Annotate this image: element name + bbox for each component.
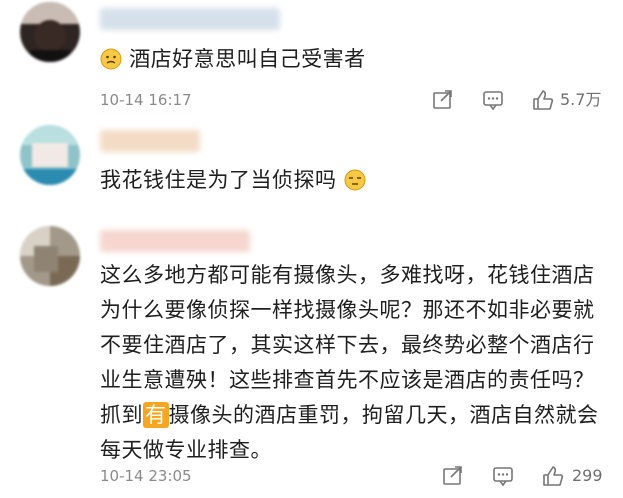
comment-text-content: 我花钱住是为了当侦探吗 [100, 168, 337, 192]
like-icon[interactable] [532, 89, 554, 111]
like-count: 299 [572, 466, 603, 485]
avatar[interactable] [20, 2, 80, 62]
comment-icon[interactable] [492, 465, 514, 487]
comment-meta: 10-14 23:05 299 [100, 464, 610, 488]
forward-icon[interactable] [432, 89, 454, 111]
like-icon[interactable] [542, 465, 564, 487]
comment-meta: 10-14 16:17 5.7万 [100, 88, 610, 112]
face-emoji-icon [100, 46, 122, 70]
comment-text: 我花钱住是为了当侦探吗 [100, 163, 600, 198]
avatar[interactable] [20, 226, 80, 286]
comment-text-part-2: 摄像头的酒店重罚，拘留几天，酒店自然就会每天做专业排查。 [100, 403, 599, 462]
timestamp: 10-14 16:17 [100, 91, 192, 109]
comment-text: 这么多地方都可能有摄像头，多难找呀，花钱住酒店为什么要像侦探一样找摄像头呢？那还… [100, 258, 605, 468]
username-blurred[interactable] [100, 230, 250, 252]
smirk-emoji-icon [344, 167, 366, 191]
comment-text: 酒店好意思叫自己受害者 [100, 42, 600, 77]
forward-icon[interactable] [442, 465, 464, 487]
like-count: 5.7万 [560, 90, 602, 109]
comment-text-content: 酒店好意思叫自己受害者 [129, 47, 366, 71]
username-blurred[interactable] [100, 8, 280, 30]
username-blurred[interactable] [100, 130, 200, 152]
timestamp: 10-14 23:05 [100, 467, 192, 485]
comment-icon[interactable] [482, 89, 504, 111]
avatar[interactable] [20, 125, 80, 185]
highlight-tag: 有 [143, 402, 169, 428]
